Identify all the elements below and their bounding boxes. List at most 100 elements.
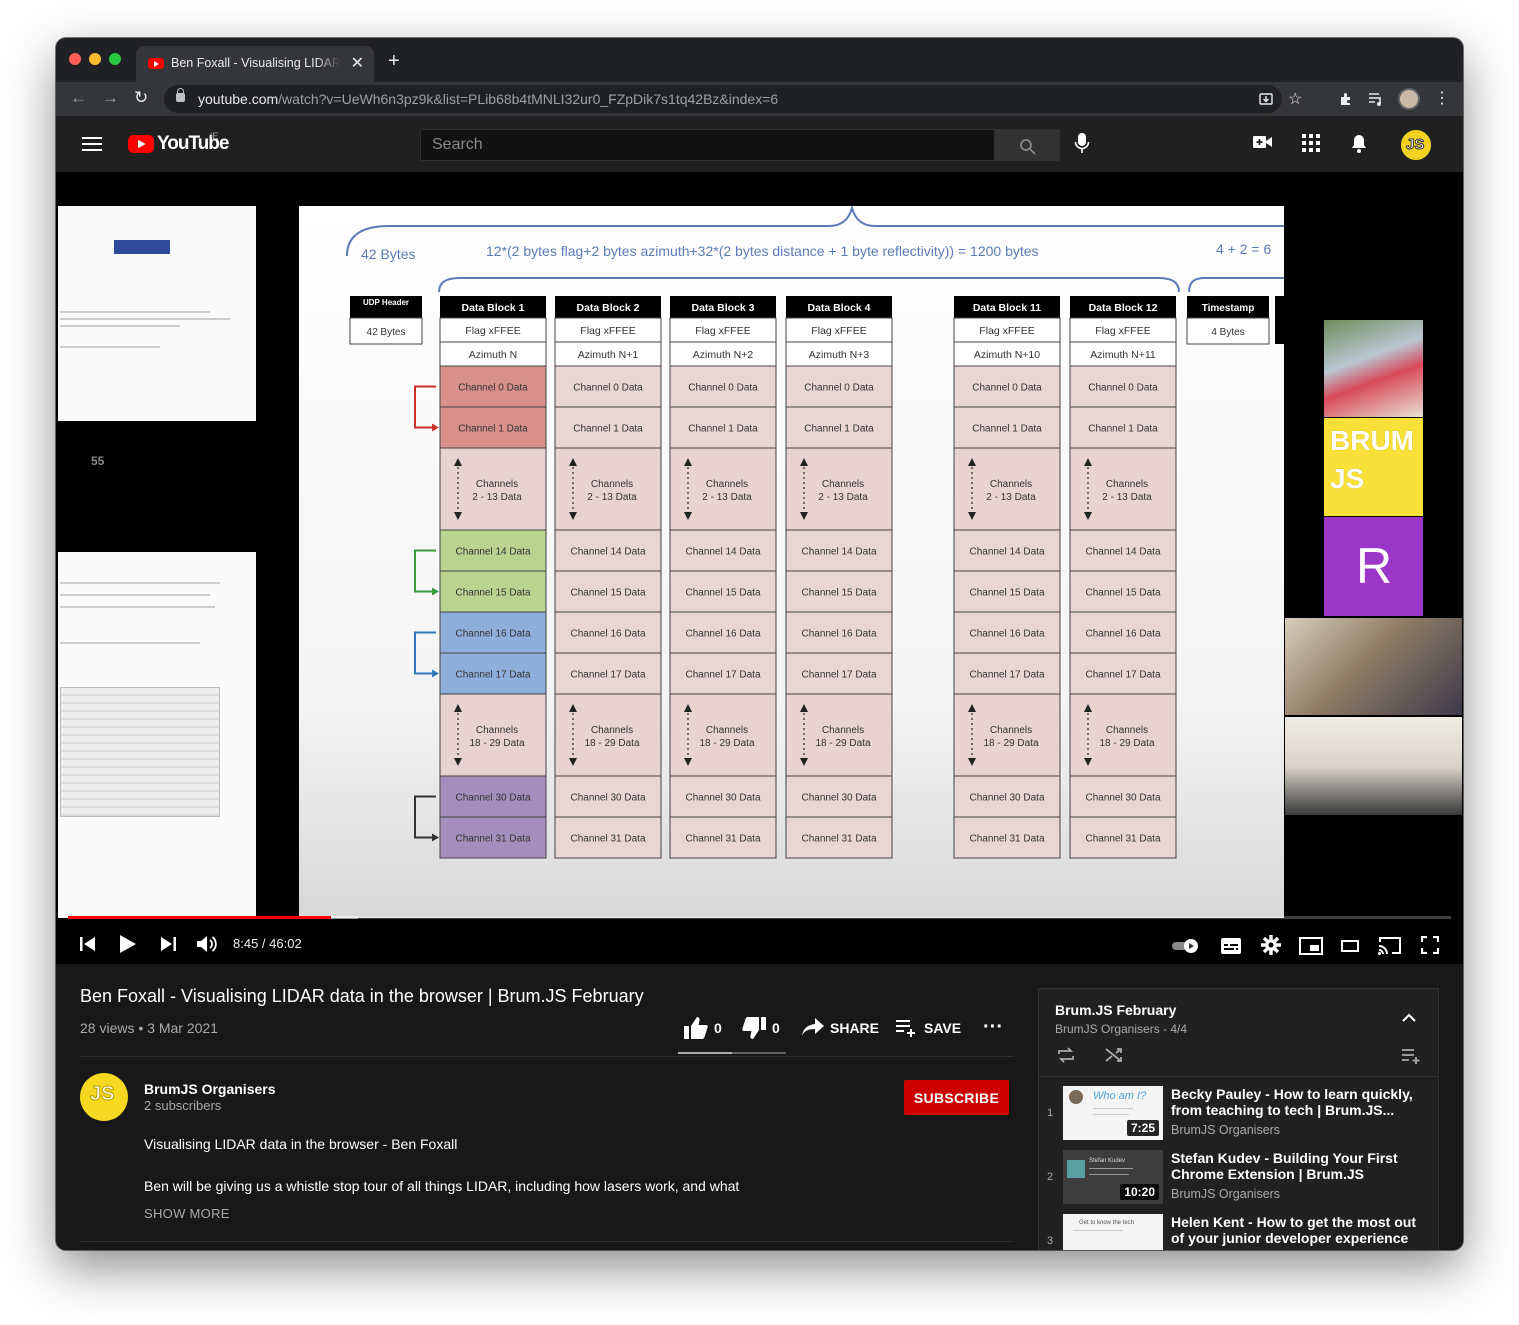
channel-pair-arrowhead (432, 669, 439, 678)
volume-icon[interactable] (196, 934, 218, 954)
thumbnail-diagram (60, 687, 220, 817)
playlist-item-title[interactable]: Becky Pauley - How to learn quickly, fro… (1171, 1086, 1426, 1118)
back-arrow-icon[interactable]: ← (70, 88, 87, 108)
theater-mode-icon[interactable] (1341, 939, 1359, 953)
microphone-icon[interactable] (1074, 132, 1090, 154)
channel-label: Channel 0 Data (458, 383, 528, 394)
channel-range-label: Channels (706, 725, 748, 736)
new-tab-button[interactable]: + (388, 50, 400, 73)
channel-label: Channel 31 Data (1085, 834, 1160, 845)
channel-label: Channel 1 Data (688, 424, 758, 435)
time-display: 8:45 / 46:02 (233, 936, 302, 951)
channel-label: Channel 0 Data (972, 383, 1042, 394)
notifications-bell-icon[interactable] (1350, 134, 1368, 154)
next-icon[interactable] (160, 936, 176, 952)
loop-icon[interactable] (1057, 1047, 1075, 1063)
playlist-item-title[interactable]: Helen Kent - How to get the most out of … (1171, 1214, 1426, 1246)
divider (80, 1056, 1013, 1057)
description-line: Visualising LIDAR data in the browser - … (144, 1136, 458, 1152)
channel-avatar[interactable]: JS (80, 1073, 128, 1121)
zoom-window-button[interactable] (109, 53, 121, 65)
tab-strip: Ben Foxall - Visualising LIDAR data in t… (56, 38, 1463, 82)
video-progress-bar[interactable] (68, 916, 1451, 919)
playlist-item-channel: BrumJS Organisers (1171, 1187, 1281, 1201)
channel-label: Channel 15 Data (570, 588, 645, 599)
extensions-puzzle-icon[interactable] (1338, 91, 1354, 107)
tail-size-label: 4 + 2 = 6 (1216, 241, 1271, 257)
tab-close-icon[interactable]: ✕ (351, 53, 364, 73)
video-player[interactable]: 55 42 Bytes 12*(2 bytes flag+2 bytes azim… (56, 172, 1463, 964)
youtube-favicon-icon (148, 58, 164, 69)
youtube-header: YouTube IE JS (56, 116, 1463, 172)
playlist-item-thumbnail[interactable]: Who am I? 7:25 (1063, 1086, 1163, 1140)
data-block-title-label: Data Block 3 (691, 302, 754, 314)
playlist-item-thumbnail[interactable]: Get to know the tech (1063, 1214, 1163, 1250)
playlist-item[interactable]: 3 Get to know the tech Helen Kent - How … (1039, 1207, 1438, 1250)
forward-arrow-icon[interactable]: → (102, 88, 119, 108)
description-line: Ben will be giving us a whistle stop tou… (144, 1178, 740, 1194)
previous-icon[interactable] (80, 936, 96, 952)
channel-range-label: Channels (990, 479, 1032, 490)
playlist-item[interactable]: 2 Stefan Kudev 10:20 Stefan Kudev - Buil… (1039, 1143, 1438, 1207)
watch-metadata: Ben Foxall - Visualising LIDAR data in t… (56, 964, 1463, 1250)
playlist-subtitle: BrumJS Organisers - 4/4 (1055, 1022, 1188, 1036)
install-app-icon[interactable] (1259, 92, 1273, 106)
search-box[interactable] (420, 129, 995, 161)
settings-gear-icon[interactable] (1261, 935, 1281, 955)
more-actions-icon[interactable]: ··· (983, 1016, 1003, 1039)
channel-label: Channel 30 Data (455, 793, 530, 804)
media-queue-icon[interactable] (1368, 92, 1384, 106)
channel-range-label: 18 - 29 Data (1099, 738, 1154, 749)
playlist-item-thumbnail[interactable]: Stefan Kudev 10:20 (1063, 1150, 1163, 1204)
playlist-item[interactable]: 1 Who am I? 7:25 Becky Pauley - How to l… (1039, 1079, 1438, 1143)
shuffle-icon[interactable] (1105, 1047, 1123, 1063)
participant-photo-tile (1324, 320, 1423, 417)
address-bar[interactable]: youtube.com/watch?v=UeWh6n3pz9k&list=PLi… (164, 85, 1302, 113)
play-icon[interactable] (119, 934, 137, 954)
channel-label: Channel 0 Data (688, 383, 758, 394)
subscribe-button[interactable]: SUBSCRIBE (904, 1080, 1009, 1115)
page-number: 55 (91, 454, 105, 468)
chevron-up-icon[interactable] (1402, 1013, 1416, 1022)
participant-initial-tile: R (1324, 517, 1423, 616)
profile-avatar[interactable] (1398, 88, 1420, 110)
bookmark-star-icon[interactable]: ☆ (1288, 89, 1302, 109)
thumbnail-heading: Stefan Kudev (1089, 1158, 1126, 1164)
channel-label: Channel 14 Data (455, 547, 530, 558)
playlist-item-title[interactable]: Stefan Kudev - Building Your First Chrom… (1171, 1150, 1426, 1182)
fullscreen-icon[interactable] (1421, 936, 1439, 954)
channel-label: Channel 1 Data (573, 424, 643, 435)
packet-diagram: 42 Bytes 12*(2 bytes flag+2 bytes azimuth… (346, 206, 1284, 859)
channel-range-label: 18 - 29 Data (584, 738, 639, 749)
add-to-queue-icon[interactable] (1402, 1048, 1422, 1064)
thumbnail-text-line (60, 318, 230, 320)
close-window-button[interactable] (69, 53, 81, 65)
table-header-bar (114, 240, 170, 254)
url-text[interactable]: youtube.com/watch?v=UeWh6n3pz9k&list=PLi… (198, 91, 778, 107)
search-button[interactable] (995, 129, 1060, 161)
apps-grid-icon[interactable] (1302, 134, 1320, 152)
show-more-button[interactable]: SHOW MORE (144, 1206, 230, 1221)
reload-icon[interactable]: ↻ (134, 88, 148, 108)
create-video-icon[interactable] (1253, 134, 1273, 150)
account-avatar[interactable]: JS (1399, 128, 1433, 162)
channel-range-label: Channels (1106, 479, 1148, 490)
cast-icon[interactable] (1378, 936, 1402, 955)
channel-label: Channel 1 Data (1088, 424, 1158, 435)
autoplay-toggle[interactable] (1172, 939, 1202, 953)
search-input[interactable] (421, 130, 994, 160)
hamburger-menu-icon[interactable] (82, 137, 102, 151)
miniplayer-icon[interactable] (1299, 937, 1323, 955)
channel-name[interactable]: BrumJS Organisers (144, 1081, 276, 1097)
youtube-logo-icon[interactable] (128, 135, 154, 153)
playlist-item-channel: BrumJS Organisers (1171, 1123, 1281, 1137)
kebab-menu-icon[interactable]: ⋮ (1434, 88, 1450, 108)
tab-title: Ben Foxall - Visualising LIDAR data in t… (171, 56, 341, 70)
video-title: Ben Foxall - Visualising LIDAR data in t… (80, 986, 644, 1006)
browser-tab[interactable]: Ben Foxall - Visualising LIDAR data in t… (136, 46, 374, 82)
thumbnail-text-line (1089, 1168, 1133, 1169)
channel-range-label: 2 - 13 Data (1102, 492, 1152, 503)
subtitles-icon[interactable] (1221, 938, 1241, 954)
minimize-window-button[interactable] (89, 53, 101, 65)
playlist-title[interactable]: Brum.JS February (1055, 1002, 1176, 1018)
